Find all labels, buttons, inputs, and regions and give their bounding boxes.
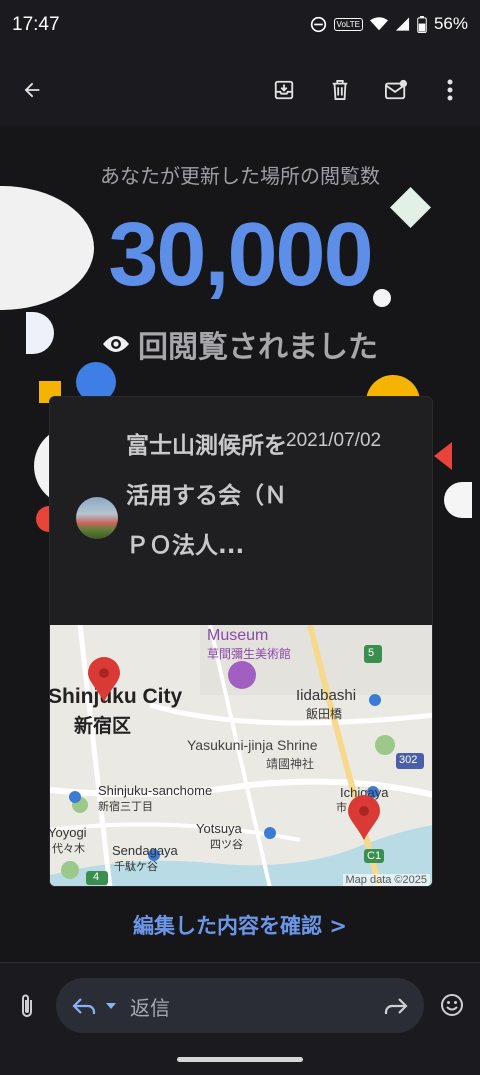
delete-icon xyxy=(332,80,348,100)
route-4-badge: 4 xyxy=(93,871,100,883)
views-label-row: 回閲覧されました xyxy=(0,322,480,366)
map-label-iidabashi: Iidabashi xyxy=(296,687,357,704)
place-date: 2021/07/02 xyxy=(286,430,382,451)
reply-input[interactable]: 返信 xyxy=(56,978,424,1033)
map-label-sanchome: Shinjuku-sanchome xyxy=(98,783,213,798)
chevron-down-icon[interactable] xyxy=(105,1002,117,1010)
place-card[interactable]: 富士山測候所を活用する会（ＮＰＯ法人... 2021/07/02 Museum … xyxy=(49,396,433,887)
mark-unread-button[interactable] xyxy=(376,70,416,110)
map-label-yoyogi-ja: 代々木 xyxy=(52,843,85,855)
signal-icon xyxy=(395,17,410,31)
archive-icon xyxy=(274,80,294,100)
map-label-iidabashi-ja: 飯田橋 xyxy=(306,707,343,721)
volte-indicator: VoLTE xyxy=(333,17,363,31)
review-edits-link[interactable]: 編集した内容を確認 > xyxy=(0,910,480,940)
email-body: あなたが更新した場所の閲覧数 30,000 回閲覧されました 富士山測候所を活用… xyxy=(0,126,480,962)
map-label-yasukuni: Yasukuni-jinja Shrine xyxy=(187,737,318,753)
decor-white-right-half xyxy=(444,482,472,518)
view-count: 30,000 xyxy=(108,205,373,305)
map-label-museum: Museum xyxy=(207,627,269,644)
map-label-yasukuni-ja: 靖國神社 xyxy=(266,757,315,771)
views-label: 回閲覧されました xyxy=(138,330,378,365)
delete-button[interactable] xyxy=(320,70,360,110)
toolbar xyxy=(0,52,480,126)
place-photo-avatar xyxy=(76,497,118,539)
views-subtitle: あなたが更新した場所の閲覧数 xyxy=(100,164,380,188)
map-label-yotsuya: Yotsuya xyxy=(196,821,242,836)
route-5-badge: 5 xyxy=(368,647,375,659)
do-not-disturb-icon xyxy=(310,16,326,32)
wifi-icon xyxy=(369,17,388,31)
map-pin-icon xyxy=(88,657,120,702)
decor-red-triangle xyxy=(434,442,452,470)
back-button[interactable] xyxy=(12,70,52,110)
back-arrow-icon xyxy=(24,82,40,98)
map-label-yoyogi: Yoyogi xyxy=(50,825,87,840)
status-icons: VoLTE 56% xyxy=(310,14,468,34)
place-name: 富士山測候所を活用する会（ＮＰＯ法人... xyxy=(126,433,287,559)
home-indicator[interactable] xyxy=(177,1057,303,1062)
map-label-shinjuku-ku: 新宿区 xyxy=(74,716,132,737)
map-pin-icon xyxy=(348,795,380,840)
emoji-icon[interactable] xyxy=(440,993,464,1017)
route-302-badge: 302 xyxy=(399,754,418,766)
mark-unread-icon xyxy=(385,79,407,100)
eye-icon xyxy=(103,336,129,352)
battery-icon xyxy=(417,15,427,33)
map-label-sendagaya: Sendagaya xyxy=(112,843,178,858)
attachment-icon[interactable] xyxy=(20,993,34,1019)
route-c1-badge: C1 xyxy=(367,850,382,862)
map-label-sanchome-ja: 新宿三丁目 xyxy=(98,801,153,813)
forward-icon[interactable] xyxy=(384,997,408,1015)
battery-percent: 56% xyxy=(433,14,468,33)
more-vert-icon xyxy=(447,79,453,101)
map-label-yotsuya-ja: 四ツ谷 xyxy=(210,839,243,851)
map-preview[interactable]: Museum 草間彌生美術館 Shinjuku City 新宿区 Iidabas… xyxy=(50,625,432,886)
reply-placeholder: 返信 xyxy=(130,996,170,1020)
more-options-button[interactable] xyxy=(430,70,470,110)
archive-button[interactable] xyxy=(264,70,304,110)
status-time: 17:47 xyxy=(12,14,60,35)
reply-icon xyxy=(72,998,96,1014)
map-label-sendagaya-ja: 千駄ケ谷 xyxy=(114,861,158,873)
map-label-museum-ja: 草間彌生美術館 xyxy=(207,647,292,661)
map-credit: Map data ©2025 xyxy=(342,874,430,886)
status-bar: 17:47 VoLTE 56% xyxy=(0,0,480,52)
reply-bar: 返信 xyxy=(0,962,480,1075)
